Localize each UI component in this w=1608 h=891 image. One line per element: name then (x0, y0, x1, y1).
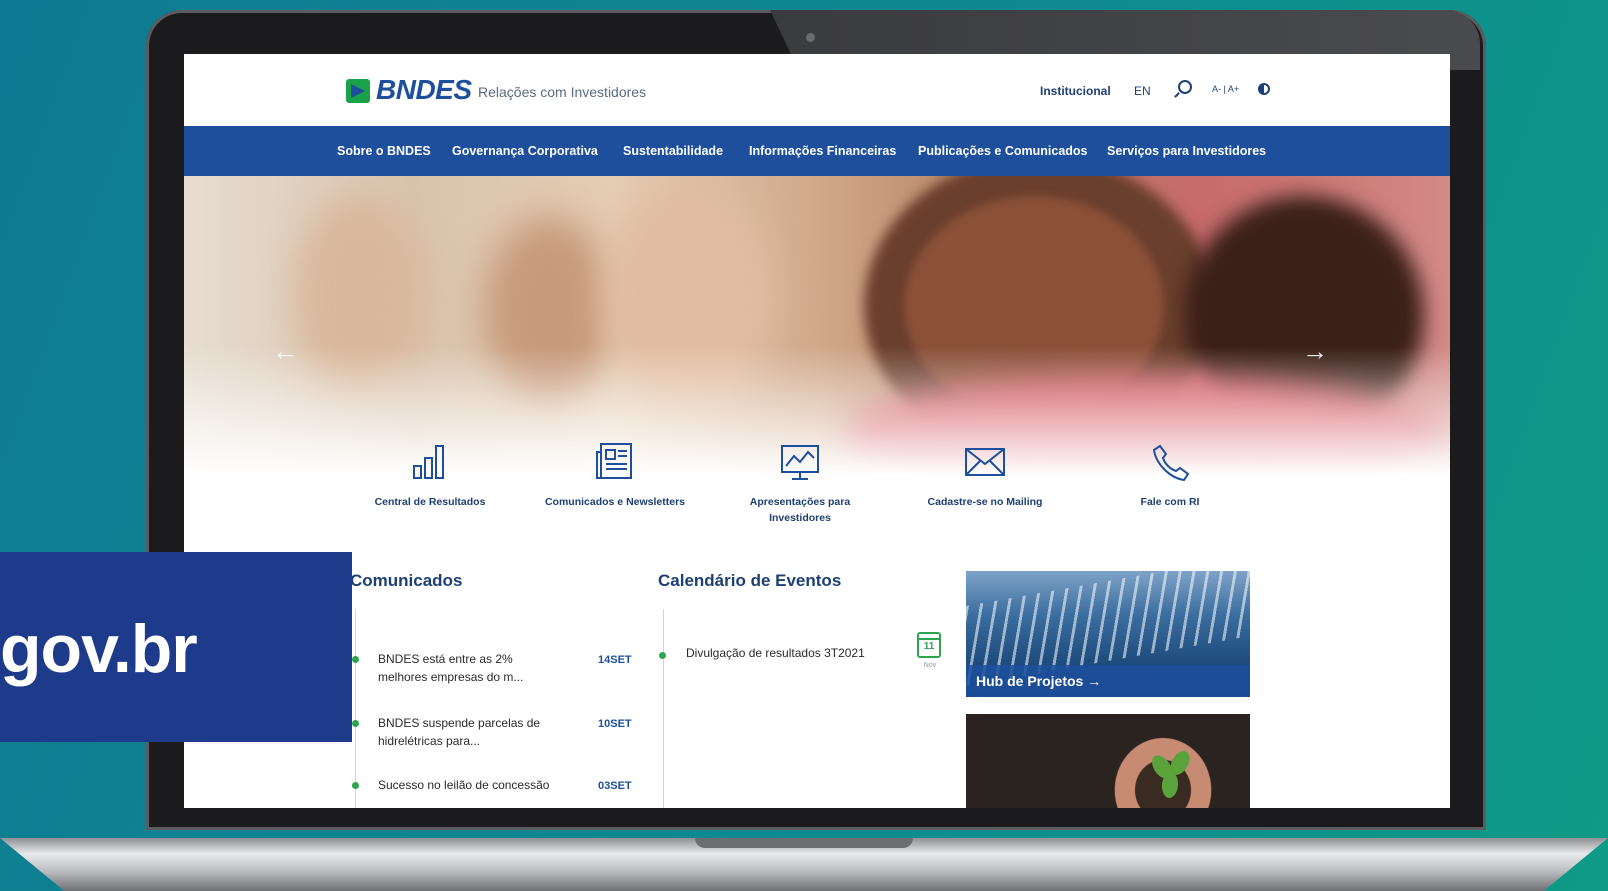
news-date: 14SET (598, 654, 632, 666)
nav-item-governanca[interactable]: Governança Corporativa (452, 144, 598, 158)
news-text[interactable]: BNDES suspende parcelas de hidrelétricas… (378, 714, 558, 750)
quick-link-comunicados[interactable]: Comunicados e Newsletters (535, 442, 695, 510)
event-text[interactable]: Divulgação de resultados 3T2021 (686, 646, 865, 660)
newspaper-icon (593, 442, 637, 482)
quick-link-fale-ri[interactable]: Fale com RI (1090, 442, 1250, 510)
envelope-icon (963, 442, 1007, 482)
quick-link-apresentacoes[interactable]: Apresentações para Investidores (720, 442, 880, 526)
news-bullet (352, 782, 359, 789)
quick-link-label: Central de Resultados (374, 496, 486, 508)
quick-link-label: Cadastre-se no Mailing (927, 496, 1043, 508)
phone-icon (1148, 442, 1192, 482)
calendar-month: Nov (923, 662, 937, 669)
presentation-icon (778, 442, 822, 482)
govbr-text: gov.br (0, 611, 198, 687)
nav-item-informacoes[interactable]: Informações Financeiras (749, 144, 896, 158)
hub-label[interactable]: Hub de Projetos → (966, 665, 1250, 697)
carousel-prev-arrow[interactable]: ← (272, 336, 298, 367)
quick-link-resultados[interactable]: Central de Resultados (350, 442, 510, 510)
news-bullet (352, 656, 359, 663)
nav-item-publicacoes[interactable]: Publicações e Comunicados (918, 144, 1088, 158)
comunicados-timeline (355, 609, 356, 808)
event-bullet (659, 652, 666, 659)
site-header: BNDES Relações com Investidores Instituc… (184, 54, 1450, 126)
eventos-timeline (663, 609, 664, 808)
comunicados-title: Comunicados (350, 571, 463, 590)
calendar-day: 11 (923, 641, 935, 652)
hero-carousel: ← → (184, 176, 1450, 476)
nav-item-sustentabilidade[interactable]: Sustentabilidade (623, 144, 723, 158)
news-date: 10SET (598, 718, 632, 730)
laptop-notch (695, 838, 913, 848)
calendar-icon: 11 (917, 632, 941, 658)
news-date: 03SET (598, 780, 632, 792)
quick-link-mailing[interactable]: Cadastre-se no Mailing (905, 442, 1065, 510)
bar-chart-icon (408, 442, 452, 482)
quick-link-label: Fale com RI (1140, 496, 1200, 508)
contrast-icon[interactable] (1258, 83, 1270, 95)
carousel-next-arrow[interactable]: → (1302, 336, 1328, 367)
webcam (806, 33, 815, 42)
browser-screen: BNDES Relações com Investidores Instituc… (184, 54, 1450, 808)
bndes-logo-icon[interactable] (346, 79, 370, 103)
news-text[interactable]: BNDES está entre as 2% melhores empresas… (378, 650, 558, 686)
govbr-banner: gov.br (0, 552, 352, 742)
quick-link-label: Apresentações para Investidores (749, 496, 851, 524)
hub-de-projetos-card[interactable]: Hub de Projetos → (966, 571, 1250, 697)
news-text[interactable]: Sucesso no leilão de concessão (378, 776, 558, 794)
main-nav: Sobre o BNDES Governança Corporativa Sus… (184, 126, 1450, 176)
language-toggle[interactable]: EN (1134, 84, 1151, 98)
institucional-link[interactable]: Institucional (1040, 84, 1111, 98)
font-size-control[interactable]: A- | A+ (1212, 84, 1239, 94)
sustainability-card[interactable] (966, 714, 1250, 808)
logo-text[interactable]: BNDES (376, 74, 472, 106)
calendario-title: Calendário de Eventos (658, 571, 842, 590)
nav-item-servicos[interactable]: Serviços para Investidores (1107, 144, 1266, 158)
nav-item-sobre[interactable]: Sobre o BNDES (337, 144, 431, 158)
site-subtitle: Relações com Investidores (478, 84, 647, 100)
search-icon[interactable] (1178, 80, 1192, 94)
quick-link-label: Comunicados e Newsletters (544, 496, 686, 508)
news-bullet (352, 720, 359, 727)
